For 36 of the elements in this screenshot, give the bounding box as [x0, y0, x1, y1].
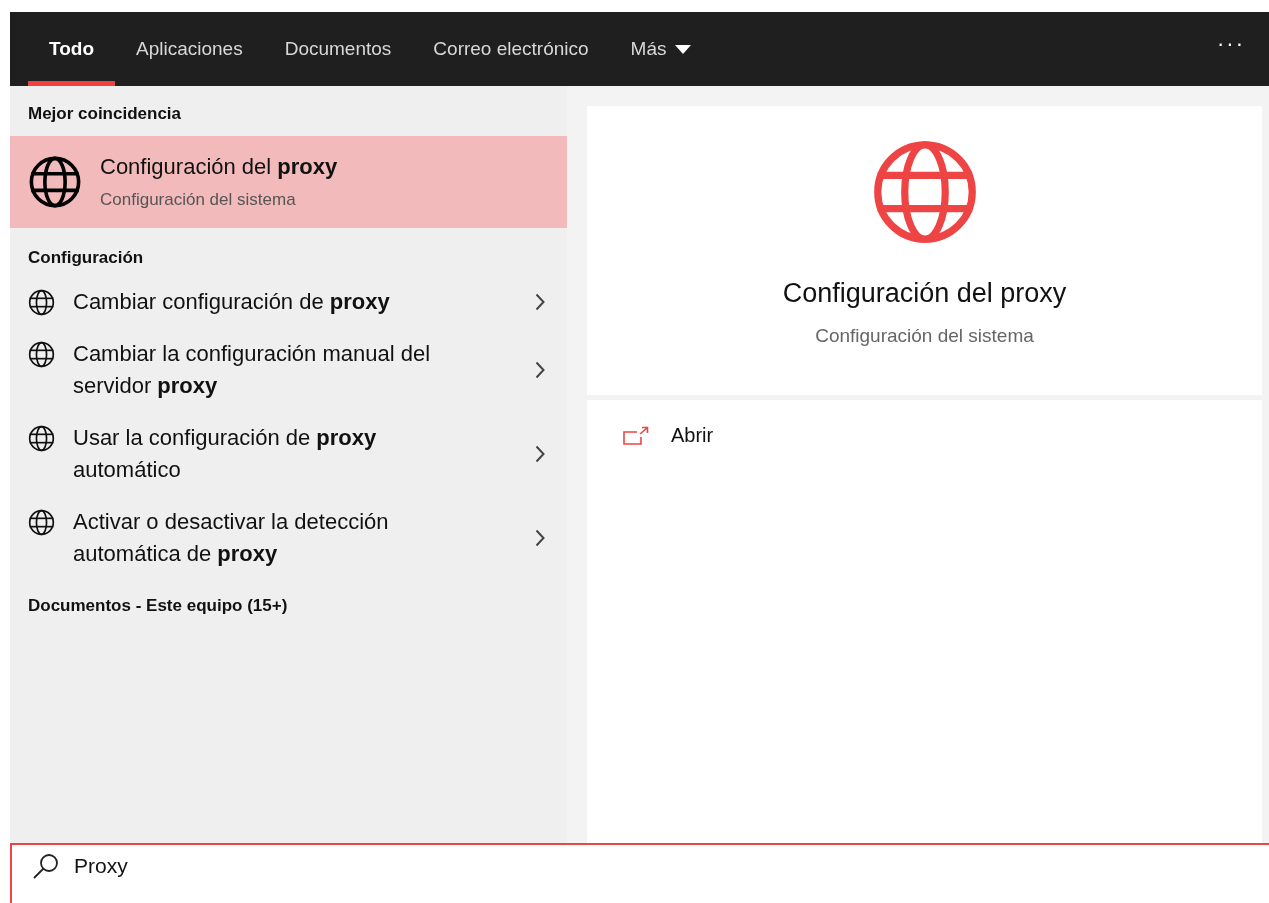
search-icon	[32, 852, 60, 880]
filter-tab[interactable]: Correo electrónico	[412, 12, 610, 86]
best-match-item[interactable]: Configuración del proxy Configuración del sistema	[10, 136, 567, 228]
chevron-right-icon	[535, 361, 545, 379]
filter-tab[interactable]: Documentos	[263, 12, 413, 86]
preview-subtitle: Configuración del sistema	[815, 325, 1034, 347]
preview-title: Configuración del proxy	[782, 278, 1067, 309]
result-label: Activar o desactivar la detección automática de proxy	[73, 508, 390, 568]
open-external-icon	[623, 425, 649, 446]
section-heading: Mejor coincidencia	[27, 103, 183, 125]
chevron-right-icon	[535, 293, 545, 311]
globe-icon	[28, 425, 55, 452]
more-options-button[interactable]: ···	[1197, 12, 1269, 86]
result-label: Cambiar la configuración manual del servidor proxy	[73, 340, 432, 400]
filter-tab[interactable]: Aplicaciones	[115, 12, 264, 86]
result-subtitle: Configuración del sistema	[100, 190, 297, 210]
result-label: Cambiar configuración de proxy	[73, 288, 391, 316]
globe-icon	[28, 155, 82, 209]
settings-result-item[interactable]: Cambiar la configuración manual del servidor proxy	[10, 328, 567, 412]
section-heading: Configuración	[27, 247, 145, 269]
filter-tab[interactable]: Más	[609, 12, 712, 86]
section-heading: Documentos - Este equipo (15+)	[27, 595, 289, 617]
globe-icon	[28, 509, 55, 536]
globe-icon	[28, 341, 55, 368]
filter-tab[interactable]: Todo	[28, 12, 115, 86]
settings-result-item[interactable]: Activar o desactivar la detección automática de proxy	[10, 496, 567, 580]
chevron-right-icon	[535, 529, 545, 547]
open-action[interactable]: Abrir	[623, 424, 714, 447]
search-input[interactable]: Proxy	[74, 854, 1269, 878]
globe-icon	[28, 289, 55, 316]
result-label: Usar la configuración de proxy automático	[73, 424, 378, 484]
chevron-right-icon	[535, 445, 545, 463]
settings-result-item[interactable]: Cambiar configuración de proxy	[10, 276, 567, 328]
caret-icon	[674, 44, 691, 54]
result-title: Configuración del proxy	[100, 154, 338, 180]
settings-result-item[interactable]: Usar la configuración de proxy automático	[10, 412, 567, 496]
